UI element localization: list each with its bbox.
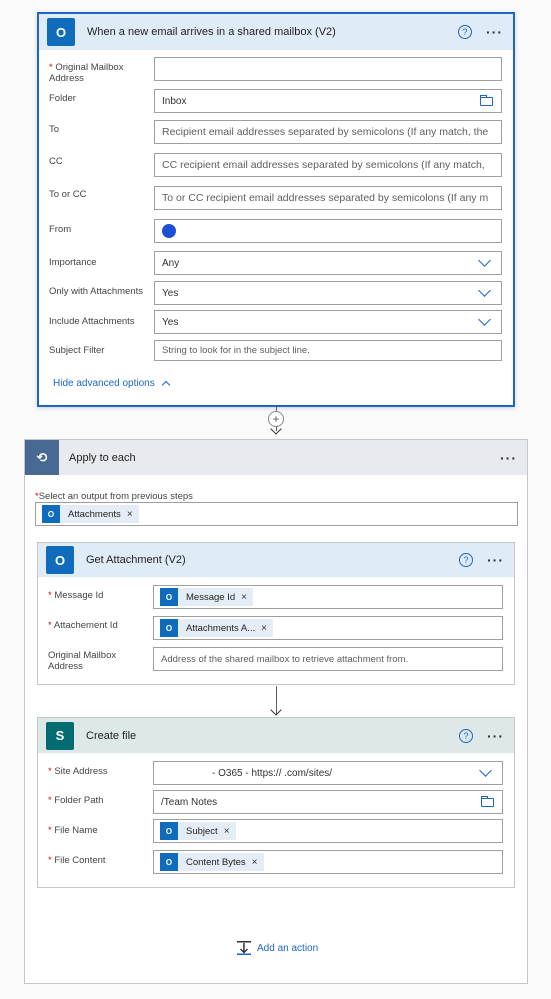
attachment-id-input[interactable]: O Attachments A... × — [153, 616, 503, 640]
attachments-token[interactable]: O Attachments × — [42, 505, 139, 523]
to-or-cc-input[interactable]: To or CC recipient email addresses separ… — [154, 186, 502, 210]
folder-value: Inbox — [162, 95, 187, 107]
file-content-input[interactable]: O Content Bytes × — [153, 850, 503, 874]
site-address-select[interactable]: - O365 - https:// .com/sites/ — [153, 761, 503, 785]
outlook-icon: O — [42, 505, 60, 523]
chevron-down-icon[interactable] — [478, 313, 491, 326]
from-label: From — [49, 224, 72, 235]
create-file-header[interactable]: S Create file ? ··· — [38, 718, 514, 753]
attachment-mailbox-input[interactable]: Address of the shared mailbox to retriev… — [153, 647, 503, 671]
get-attachment-card[interactable]: O Get Attachment (V2) ? ··· * Message Id… — [37, 542, 515, 685]
attachments-only-label: Only with Attachments — [49, 286, 143, 297]
get-attachment-title: Get Attachment (V2) — [86, 554, 186, 566]
mailbox-input[interactable] — [154, 57, 502, 81]
add-action-button[interactable]: Add an action — [236, 940, 318, 956]
trigger-header[interactable]: O When a new email arrives in a shared m… — [39, 14, 513, 50]
loop-icon: ⟲ — [25, 440, 59, 475]
folder-label: Folder — [49, 93, 76, 104]
hide-advanced-options[interactable]: Hide advanced options — [53, 378, 170, 390]
more-icon[interactable]: ··· — [500, 451, 517, 465]
subject-token[interactable]: O Subject × — [160, 822, 236, 840]
outlook-icon: O — [47, 18, 75, 46]
create-file-card[interactable]: S Create file ? ··· * Site Address - O36… — [37, 717, 515, 888]
to-label: To — [49, 124, 60, 135]
to-input[interactable]: Recipient email addresses separated by s… — [154, 120, 502, 144]
remove-token-icon[interactable]: × — [127, 509, 133, 520]
include-attachments-label: Include Attachments — [49, 316, 135, 327]
apply-each-header[interactable]: ⟲ Apply to each ··· — [25, 440, 527, 475]
importance-select[interactable]: Any — [154, 251, 502, 275]
file-name-label: * File Name — [48, 825, 98, 836]
select-output-input[interactable]: O Attachments × — [35, 502, 518, 526]
folder-icon[interactable] — [480, 95, 493, 106]
content-bytes-token[interactable]: O Content Bytes × — [160, 853, 264, 871]
importance-label: Importance — [49, 257, 97, 268]
outlook-icon: O — [160, 619, 178, 637]
to-or-cc-label: To or CC — [49, 189, 87, 200]
help-icon[interactable]: ? — [459, 728, 473, 743]
include-attachments-value: Yes — [162, 316, 179, 328]
message-id-token[interactable]: O Message Id × — [160, 588, 253, 606]
folder-path-value: /Team Notes — [161, 796, 218, 808]
site-address-value: - O365 - https:// .com/sites/ — [212, 767, 333, 779]
message-id-input[interactable]: O Message Id × — [153, 585, 503, 609]
sharepoint-icon: S — [46, 721, 74, 750]
remove-token-icon[interactable]: × — [241, 592, 247, 603]
more-icon[interactable]: ··· — [487, 553, 504, 567]
remove-token-icon[interactable]: × — [252, 857, 258, 868]
folder-input[interactable]: Inbox — [154, 89, 502, 113]
chevron-down-icon[interactable] — [478, 284, 491, 297]
message-id-label: * Message Id — [48, 590, 104, 601]
mailbox-label: * Original Mailbox Address — [49, 62, 124, 84]
site-address-label: * Site Address — [48, 766, 108, 777]
attachment-mailbox-label: Original Mailbox Address — [48, 650, 117, 672]
trigger-card[interactable]: O When a new email arrives in a shared m… — [37, 12, 515, 407]
attachments-only-select[interactable]: Yes — [154, 281, 502, 305]
cc-input[interactable]: CC recipient email addresses separated b… — [154, 153, 502, 177]
cc-label: CC — [49, 156, 63, 167]
folder-icon[interactable] — [481, 796, 494, 807]
chevron-down-icon[interactable] — [479, 764, 492, 777]
trigger-title: When a new email arrives in a shared mai… — [87, 26, 336, 38]
help-icon[interactable]: ? — [459, 553, 473, 567]
outlook-icon: O — [46, 546, 74, 574]
get-attachment-header[interactable]: O Get Attachment (V2) ? ··· — [38, 543, 514, 577]
outlook-icon: O — [160, 588, 178, 606]
subject-filter-input[interactable]: String to look for in the subject line. — [154, 340, 502, 361]
remove-token-icon[interactable]: × — [261, 623, 267, 634]
chevron-up-icon — [161, 380, 170, 390]
outlook-icon: O — [160, 822, 178, 840]
folder-path-input[interactable]: /Team Notes — [153, 790, 503, 814]
select-output-label: *Select an output from previous steps — [35, 491, 193, 502]
add-action-label: Add an action — [257, 942, 319, 954]
outlook-icon: O — [160, 853, 178, 871]
from-input[interactable] — [154, 219, 502, 243]
folder-path-label: * Folder Path — [48, 795, 104, 806]
more-icon[interactable]: ··· — [486, 25, 503, 39]
include-attachments-select[interactable]: Yes — [154, 310, 502, 334]
remove-token-icon[interactable]: × — [224, 826, 230, 837]
file-content-label: * File Content — [48, 855, 106, 866]
attachments-only-value: Yes — [162, 287, 179, 299]
help-icon[interactable]: ? — [458, 25, 472, 39]
avatar — [162, 224, 176, 238]
attachment-id-token[interactable]: O Attachments A... × — [160, 619, 274, 637]
file-name-input[interactable]: O Subject × — [153, 819, 503, 843]
chevron-down-icon[interactable] — [478, 254, 491, 267]
subject-filter-label: Subject Filter — [49, 345, 105, 356]
more-icon[interactable]: ··· — [487, 729, 504, 743]
create-file-title: Create file — [86, 729, 137, 742]
attachment-id-label: * Attachement Id — [48, 620, 118, 631]
apply-each-title: Apply to each — [69, 451, 136, 464]
importance-value: Any — [162, 257, 180, 269]
add-action-icon — [237, 941, 251, 955]
